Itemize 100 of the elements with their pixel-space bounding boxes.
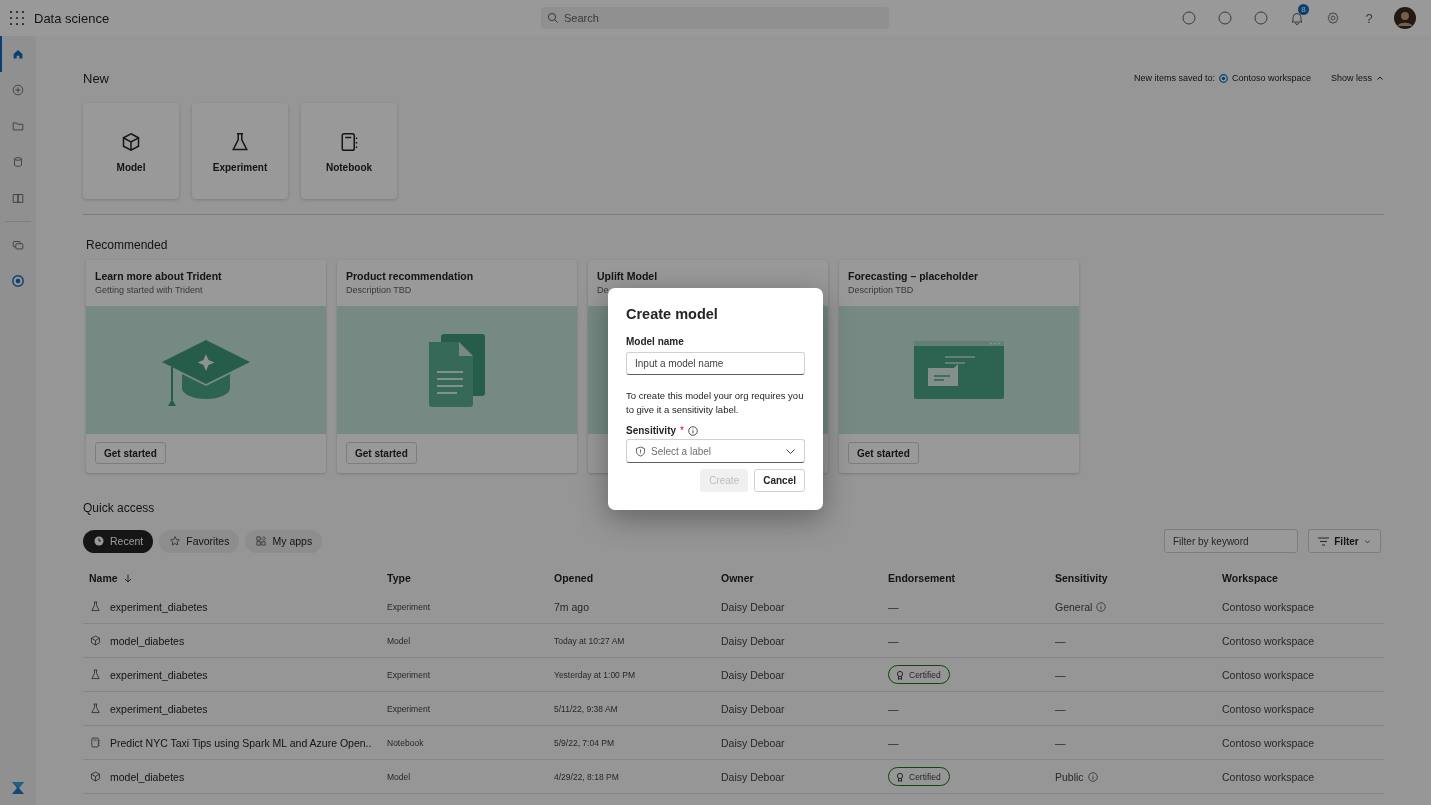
- item-name-link[interactable]: model_diabetes: [110, 770, 185, 783]
- column-header[interactable]: Workspace: [1222, 572, 1278, 584]
- required-mark: *: [680, 425, 684, 436]
- sensitivity-dropdown[interactable]: Select a label: [626, 439, 805, 463]
- circle-icon[interactable]: [1218, 11, 1232, 25]
- table-cell: 5/9/22, 7:04 PM: [554, 737, 614, 748]
- item-name-link[interactable]: experiment_diabetes: [110, 702, 208, 715]
- recommendation-card[interactable]: Product recommendation Description TBD Get started: [337, 260, 577, 473]
- get-started-button[interactable]: Get started: [95, 442, 166, 464]
- table-cell: —: [888, 600, 899, 613]
- table-cell: —: [888, 634, 899, 647]
- product-logo: [11, 781, 25, 795]
- field-label: Model name: [626, 336, 685, 347]
- notification-badge: 8: [1298, 4, 1309, 15]
- table-cell: Experiment: [387, 703, 430, 714]
- keyword-filter-field[interactable]: Filter by keyword: [1164, 529, 1298, 553]
- flask-icon: [89, 600, 102, 613]
- table-cell: General: [1055, 600, 1093, 613]
- column-header[interactable]: Name: [89, 572, 118, 584]
- new-item-tile[interactable]: Notebook: [301, 103, 397, 199]
- table-cell: Model: [387, 771, 411, 782]
- table-cell: Contoso workspace: [1222, 668, 1315, 681]
- chevron-up-icon: [1376, 74, 1384, 82]
- workspace-name[interactable]: Contoso workspace: [1231, 73, 1311, 83]
- item-name-link[interactable]: experiment_diabetes: [110, 600, 208, 613]
- filter-tab[interactable]: Favorites: [159, 529, 240, 553]
- table-cell: Experiment: [387, 669, 430, 680]
- flask-icon: [89, 702, 102, 715]
- model-name-field[interactable]: Input a model name: [626, 352, 805, 375]
- table-cell: Daisy Deboar: [721, 736, 785, 749]
- filter-button[interactable]: Filter: [1308, 529, 1381, 553]
- table-cell: Contoso workspace: [1222, 634, 1315, 647]
- folder-icon: [11, 119, 25, 133]
- section-title: New: [83, 70, 109, 86]
- get-started-button[interactable]: Get started: [848, 442, 919, 464]
- filter-icon: [1318, 536, 1330, 546]
- info-icon[interactable]: [687, 425, 698, 436]
- apps-icon: [255, 535, 268, 547]
- column-header[interactable]: Opened: [554, 572, 594, 584]
- clock-icon: [93, 535, 105, 547]
- card-description: De: [597, 285, 610, 295]
- card-description: Description TBD: [346, 285, 413, 295]
- column-header[interactable]: Type: [387, 572, 411, 584]
- circle-icon[interactable]: [1182, 11, 1196, 25]
- avatar[interactable]: [1394, 7, 1416, 29]
- table-cell: Public: [1055, 770, 1084, 783]
- help-button[interactable]: ?: [1365, 10, 1373, 26]
- bell-icon[interactable]: [1290, 11, 1304, 25]
- table-cell: Daisy Deboar: [721, 668, 785, 681]
- plus-circle-icon: [11, 83, 25, 97]
- section-title: Recommended: [86, 237, 169, 253]
- column-header[interactable]: Owner: [721, 572, 754, 584]
- table-cell: Daisy Deboar: [721, 770, 785, 783]
- new-item-tile[interactable]: Model: [83, 103, 179, 199]
- settings-icon[interactable]: [1326, 11, 1340, 25]
- circle-icon[interactable]: [1254, 11, 1268, 25]
- table-cell: —: [888, 702, 899, 715]
- item-name-link[interactable]: experiment_diabetes: [110, 668, 208, 681]
- book-icon: [11, 191, 25, 205]
- field-label: Sensitivity: [626, 425, 677, 436]
- recommendation-card[interactable]: Forecasting – placeholder Description TBD Get started: [839, 260, 1079, 473]
- dialog-title: Create model: [626, 306, 719, 322]
- search-icon: [547, 12, 559, 24]
- search-field[interactable]: Search: [541, 7, 889, 29]
- filter-tab[interactable]: My apps: [245, 529, 323, 553]
- table-cell: —: [1055, 634, 1066, 647]
- star-icon: [169, 535, 182, 547]
- table-cell: Contoso workspace: [1222, 600, 1315, 613]
- new-item-tile[interactable]: Experiment: [192, 103, 288, 199]
- saved-to-label: New items saved to:: [1133, 73, 1215, 83]
- card-title: Product recommendation: [346, 270, 475, 282]
- item-name-link[interactable]: Predict NYC Taxi Tips using Spark ML and Azure Open..: [110, 736, 372, 749]
- column-header[interactable]: Endorsement: [888, 572, 956, 584]
- table-cell: Contoso workspace: [1222, 736, 1315, 749]
- notebook-icon: [89, 736, 102, 749]
- item-name-link[interactable]: model_diabetes: [110, 634, 185, 647]
- cylinder-icon: [11, 155, 25, 169]
- card-title: Uplift Model: [597, 270, 659, 282]
- dialog-message: To create this model your org requires you to give it a sensitivity label.: [626, 389, 805, 417]
- card-description: Description TBD: [848, 285, 915, 295]
- table-cell: 7m ago: [554, 600, 590, 613]
- column-header[interactable]: Sensitivity: [1055, 572, 1108, 584]
- section-title: Quick access: [83, 500, 156, 516]
- info-icon[interactable]: [1087, 771, 1098, 782]
- filter-tab[interactable]: Recent: [83, 529, 154, 553]
- table-cell: Daisy Deboar: [721, 600, 785, 613]
- app-title: Data science: [34, 10, 110, 26]
- table-cell: —: [1055, 736, 1066, 749]
- info-icon[interactable]: [1096, 601, 1107, 612]
- sort-arrow-icon[interactable]: [123, 573, 132, 583]
- show-less-button[interactable]: Show less: [1330, 73, 1384, 83]
- flask-icon: [89, 668, 102, 681]
- chevron-down-icon: [1363, 537, 1371, 545]
- app-launcher-icon[interactable]: [10, 11, 24, 25]
- cancel-button[interactable]: Cancel: [754, 469, 805, 492]
- recommendation-card[interactable]: Learn more about Trident Getting started with Trident Get started: [86, 260, 326, 473]
- table-cell: 5/11/22, 9:38 AM: [554, 703, 618, 714]
- stacked-screens-icon: [11, 238, 25, 252]
- get-started-button[interactable]: Get started: [346, 442, 417, 464]
- table-cell: 4/29/22, 8:18 PM: [554, 771, 619, 782]
